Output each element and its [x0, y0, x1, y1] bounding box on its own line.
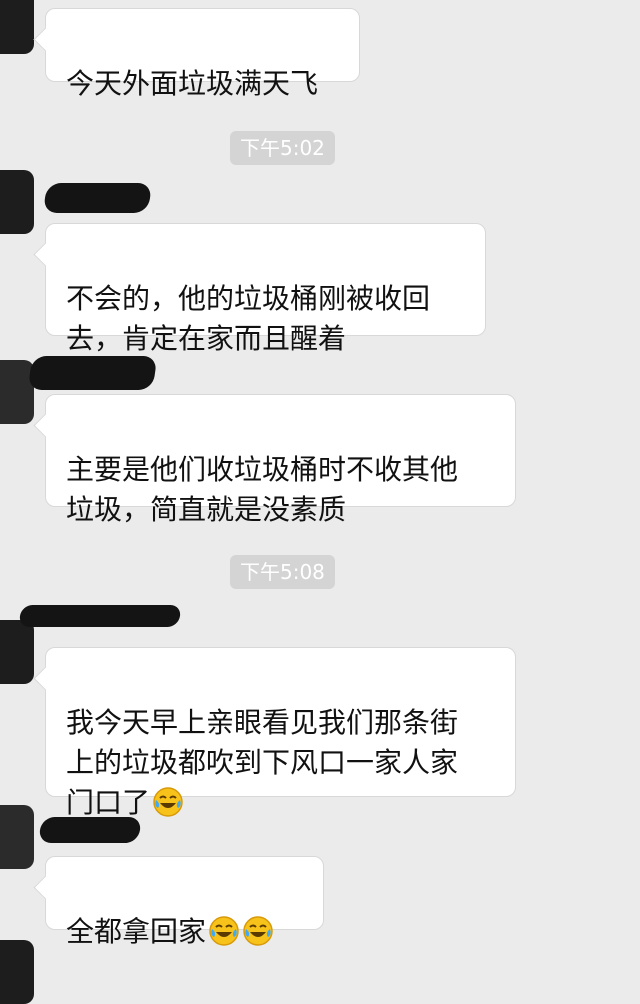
sender-name-redacted	[38, 817, 142, 843]
message-text: 全都拿回家	[66, 915, 207, 948]
timestamp: 下午5:08	[230, 555, 335, 589]
sender-avatar[interactable]	[0, 0, 34, 54]
laughing-crying-emoji-icon	[152, 786, 184, 818]
sender-avatar[interactable]	[0, 170, 34, 234]
sender-avatar[interactable]	[0, 620, 34, 684]
message-bubble[interactable]: 主要是他们收垃圾桶时不收其他 垃圾，简直就是没素质	[45, 394, 516, 526]
message-bubble[interactable]: 全都拿回家	[45, 856, 324, 948]
message-text: 今天外面垃圾满天飞	[66, 67, 319, 100]
message-bubble[interactable]: 不会的，他的垃圾桶刚被收回 去，肯定在家而且醒着	[45, 223, 486, 355]
sender-avatar[interactable]	[0, 940, 34, 1004]
message-text: 我今天早上亲眼看见我们那条街 上的垃圾都吹到下风口一家人家 门口了	[66, 706, 459, 819]
message-text: 主要是他们收垃圾桶时不收其他 垃圾，简直就是没素质	[66, 453, 459, 526]
message-bubble[interactable]: 今天外面垃圾满天飞	[45, 8, 360, 100]
timestamp: 下午5:02	[230, 131, 335, 165]
sender-name-redacted	[27, 356, 158, 390]
laughing-crying-emoji-icon	[242, 915, 274, 947]
sender-avatar[interactable]	[0, 360, 34, 424]
sender-name-redacted	[42, 183, 153, 213]
message-bubble[interactable]: 我今天早上亲眼看见我们那条街 上的垃圾都吹到下风口一家人家 门口了	[45, 647, 516, 819]
laughing-crying-emoji-icon	[208, 915, 240, 947]
message-text: 不会的，他的垃圾桶刚被收回 去，肯定在家而且醒着	[66, 282, 431, 355]
sender-avatar[interactable]	[0, 805, 34, 869]
sender-name-redacted	[18, 605, 182, 627]
